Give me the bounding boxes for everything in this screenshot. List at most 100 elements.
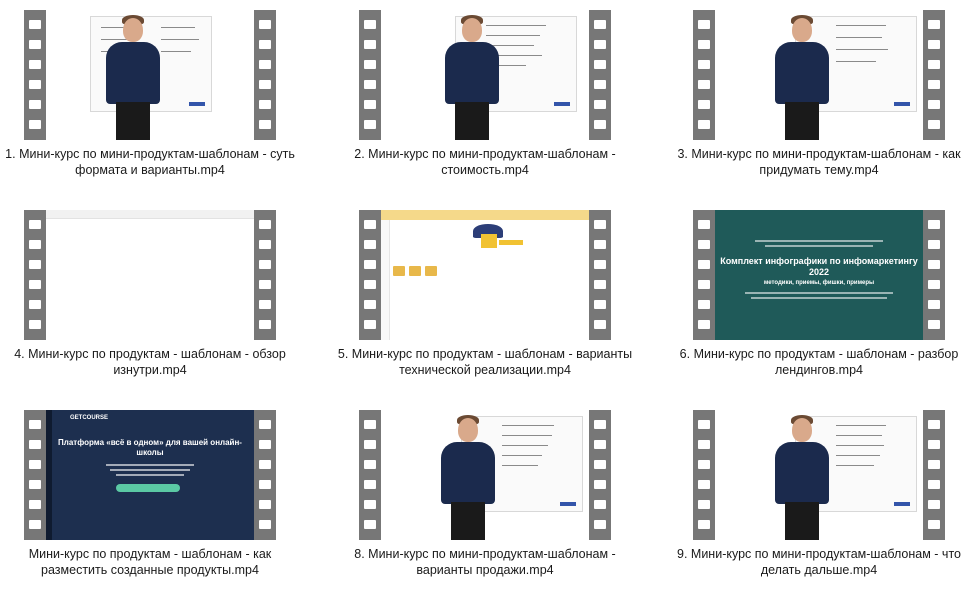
sprocket-hole xyxy=(594,440,606,449)
sprocket-hole xyxy=(29,260,41,269)
sprocket-hole xyxy=(259,60,271,69)
sprocket-hole xyxy=(364,460,376,469)
sprocket-hole xyxy=(594,240,606,249)
cta-button xyxy=(116,484,180,492)
sprocket-hole xyxy=(29,20,41,29)
sprocket-hole xyxy=(928,60,940,69)
video-item-5[interactable]: 5. Мини-курс по продуктам - шаблонам - в… xyxy=(335,200,635,385)
sprocket-hole xyxy=(364,440,376,449)
film-strip-icon xyxy=(693,10,945,140)
sprocket-hole xyxy=(259,120,271,129)
sprocket-hole xyxy=(364,300,376,309)
video-item-8[interactable]: 8. Мини-курс по мини-продуктам-шаблонам … xyxy=(335,400,635,585)
sprocket-hole xyxy=(698,120,710,129)
sprocket-hole xyxy=(259,500,271,509)
sprocket-hole xyxy=(928,280,940,289)
sprocket-hole xyxy=(364,120,376,129)
sprocket-hole xyxy=(698,220,710,229)
sprocket-hole xyxy=(364,320,376,329)
sprocket-hole xyxy=(29,420,41,429)
sprocket-hole xyxy=(698,320,710,329)
video-thumbnail: Комплект инфографики по инфомаркетингу 2… xyxy=(715,210,923,340)
video-thumbnail xyxy=(715,410,923,540)
sprocket-hole xyxy=(698,40,710,49)
sprocket-hole xyxy=(928,240,940,249)
sprocket-hole xyxy=(698,460,710,469)
video-item-4[interactable]: 4. Мини-курс по продуктам - шаблонам - о… xyxy=(0,200,300,385)
video-filename: 4. Мини-курс по продуктам - шаблонам - о… xyxy=(14,347,286,377)
sprocket-hole xyxy=(928,300,940,309)
sprocket-hole xyxy=(928,20,940,29)
sprocket-hole xyxy=(594,100,606,109)
video-item-6[interactable]: Комплект инфографики по инфомаркетингу 2… xyxy=(669,200,969,385)
video-thumbnail: GETCOURSE Платформа «всё в одном» для ва… xyxy=(46,410,254,540)
sprocket-hole xyxy=(928,100,940,109)
sprocket-hole xyxy=(29,520,41,529)
sprocket-hole xyxy=(29,80,41,89)
sprocket-hole xyxy=(594,280,606,289)
sprocket-hole xyxy=(928,440,940,449)
sprocket-hole xyxy=(594,260,606,269)
sprocket-hole xyxy=(594,500,606,509)
sprocket-hole xyxy=(698,520,710,529)
sprocket-hole xyxy=(29,320,41,329)
film-strip-icon xyxy=(24,10,276,140)
sprocket-hole xyxy=(259,320,271,329)
video-thumbnail xyxy=(381,410,589,540)
sprocket-hole xyxy=(698,20,710,29)
sprocket-hole xyxy=(364,40,376,49)
sprocket-hole xyxy=(928,120,940,129)
video-item-7[interactable]: GETCOURSE Платформа «всё в одном» для ва… xyxy=(0,400,300,585)
sprocket-hole xyxy=(364,500,376,509)
sprocket-hole xyxy=(928,220,940,229)
sprocket-hole xyxy=(698,80,710,89)
sprocket-hole xyxy=(594,460,606,469)
sprocket-hole xyxy=(29,460,41,469)
sprocket-hole xyxy=(364,520,376,529)
sprocket-hole xyxy=(594,80,606,89)
sprocket-hole xyxy=(29,120,41,129)
video-item-2[interactable]: 2. Мини-курс по мини-продуктам-шаблонам … xyxy=(335,0,635,185)
sprocket-hole xyxy=(364,100,376,109)
video-filename: 8. Мини-курс по мини-продуктам-шаблонам … xyxy=(354,547,616,577)
video-filename: Мини-курс по продуктам - шаблонам - как … xyxy=(28,547,272,577)
film-strip-icon: Комплект инфографики по инфомаркетингу 2… xyxy=(693,210,945,340)
video-thumbnail-grid: 1. Мини-курс по мини-продуктам-шаблонам … xyxy=(0,0,969,593)
sprocket-hole xyxy=(698,420,710,429)
sprocket-hole xyxy=(698,260,710,269)
sprocket-hole xyxy=(259,280,271,289)
sprocket-hole xyxy=(364,60,376,69)
video-filename: 1. Мини-курс по мини-продуктам-шаблонам … xyxy=(5,147,295,177)
landing-title: Комплект инфографики по инфомаркетингу 2… xyxy=(720,256,918,277)
getcourse-logo: GETCOURSE xyxy=(70,415,109,421)
video-thumbnail xyxy=(381,10,589,140)
film-strip-icon: GETCOURSE Платформа «всё в одном» для ва… xyxy=(24,410,276,540)
sprocket-hole xyxy=(594,320,606,329)
video-item-9[interactable]: 9. Мини-курс по мини-продуктам-шаблонам … xyxy=(669,400,969,585)
sprocket-hole xyxy=(259,460,271,469)
video-item-1[interactable]: 1. Мини-курс по мини-продуктам-шаблонам … xyxy=(0,0,300,185)
sprocket-hole xyxy=(594,40,606,49)
video-filename: 5. Мини-курс по продуктам - шаблонам - в… xyxy=(337,347,633,377)
sprocket-hole xyxy=(29,480,41,489)
sprocket-hole xyxy=(594,60,606,69)
sprocket-hole xyxy=(594,480,606,489)
sprocket-hole xyxy=(364,420,376,429)
sprocket-hole xyxy=(928,480,940,489)
sprocket-hole xyxy=(364,240,376,249)
sprocket-hole xyxy=(928,460,940,469)
video-thumbnail xyxy=(46,10,254,140)
sprocket-hole xyxy=(259,420,271,429)
film-strip-icon xyxy=(24,210,276,340)
sprocket-hole xyxy=(928,500,940,509)
sprocket-hole xyxy=(259,300,271,309)
getcourse-title: Платформа «всё в одном» для вашей онлайн… xyxy=(58,438,242,457)
sprocket-hole xyxy=(594,520,606,529)
video-thumbnail xyxy=(381,210,589,340)
sprocket-hole xyxy=(928,520,940,529)
sprocket-hole xyxy=(259,20,271,29)
video-item-3[interactable]: 3. Мини-курс по мини-продуктам-шаблонам … xyxy=(669,0,969,185)
sprocket-hole xyxy=(259,100,271,109)
sprocket-hole xyxy=(594,20,606,29)
film-strip-icon xyxy=(359,10,611,140)
